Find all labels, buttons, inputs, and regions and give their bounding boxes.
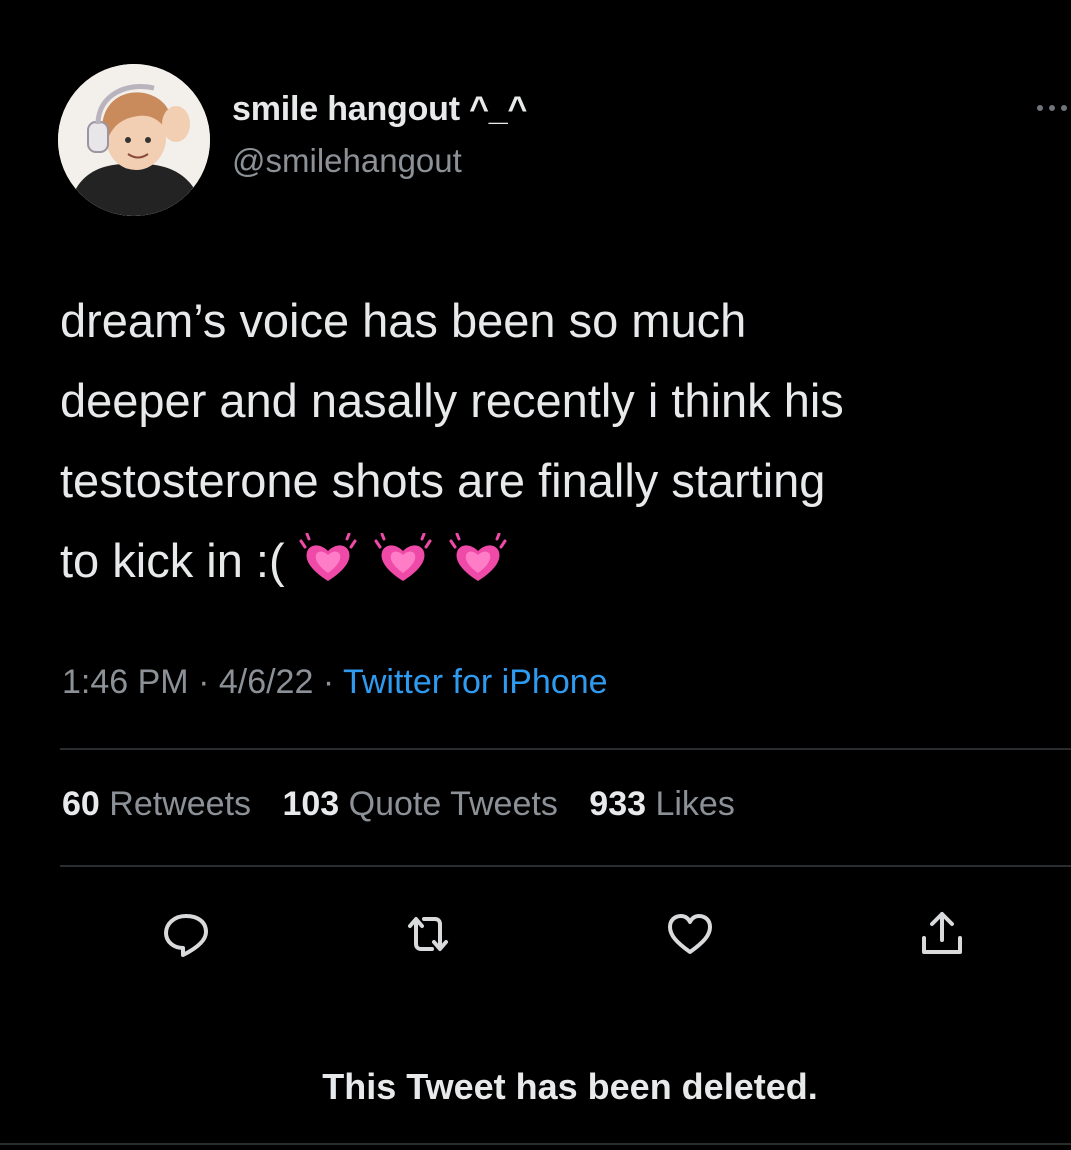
quote-tweets-label[interactable]: Quote Tweets	[349, 785, 558, 823]
divider	[60, 865, 1071, 867]
emoji-group	[299, 529, 511, 609]
retweets-count[interactable]: 60	[62, 785, 100, 823]
tweet-meta: 1:46 PM · 4/6/22 · Twitter for iPhone	[62, 663, 608, 702]
divider	[60, 748, 1071, 750]
tweet-text-line: testosterone shots are finally starting	[60, 454, 826, 507]
growing-heart-emoji	[374, 532, 432, 581]
tweet-text-line: deeper and nasally recently i think his	[60, 374, 844, 427]
tweet-text-line-last: to kick in :(	[60, 521, 1060, 609]
share-icon[interactable]	[916, 908, 968, 960]
tweet-text-line: dream’s voice has been so much	[60, 294, 747, 347]
avatar-image	[58, 64, 210, 216]
avatar[interactable]	[58, 64, 210, 216]
tweet-text-line: to kick in :(	[60, 534, 285, 587]
tweet-text: dream’s voice has been so much deeper an…	[60, 281, 1060, 609]
growing-heart-emoji	[449, 532, 507, 581]
meta-separator: ·	[313, 663, 343, 701]
quote-tweets-count[interactable]: 103	[282, 785, 339, 823]
display-name[interactable]: smile hangout ^_^	[232, 90, 527, 129]
tweet: smile hangout ^_^ @smilehangout dream’s …	[0, 0, 1071, 1150]
likes-label[interactable]: Likes	[655, 785, 734, 823]
tweet-stats: 60 Retweets 103 Quote Tweets 933 Likes	[62, 785, 757, 824]
tweet-time[interactable]: 1:46 PM	[62, 663, 189, 701]
reply-icon[interactable]	[160, 908, 212, 960]
tweet-date[interactable]: 4/6/22	[219, 663, 314, 701]
retweets-label[interactable]: Retweets	[109, 785, 251, 823]
likes-count[interactable]: 933	[589, 785, 646, 823]
deleted-notice: This Tweet has been deleted.	[322, 1066, 818, 1107]
user-handle[interactable]: @smilehangout	[232, 142, 462, 180]
divider	[0, 1143, 1071, 1145]
tweet-source-link[interactable]: Twitter for iPhone	[343, 663, 608, 701]
retweet-icon[interactable]	[402, 908, 454, 960]
like-icon[interactable]	[664, 908, 716, 960]
meta-separator: ·	[188, 663, 219, 701]
growing-heart-emoji	[299, 532, 357, 581]
more-options-icon[interactable]	[1034, 98, 1071, 118]
